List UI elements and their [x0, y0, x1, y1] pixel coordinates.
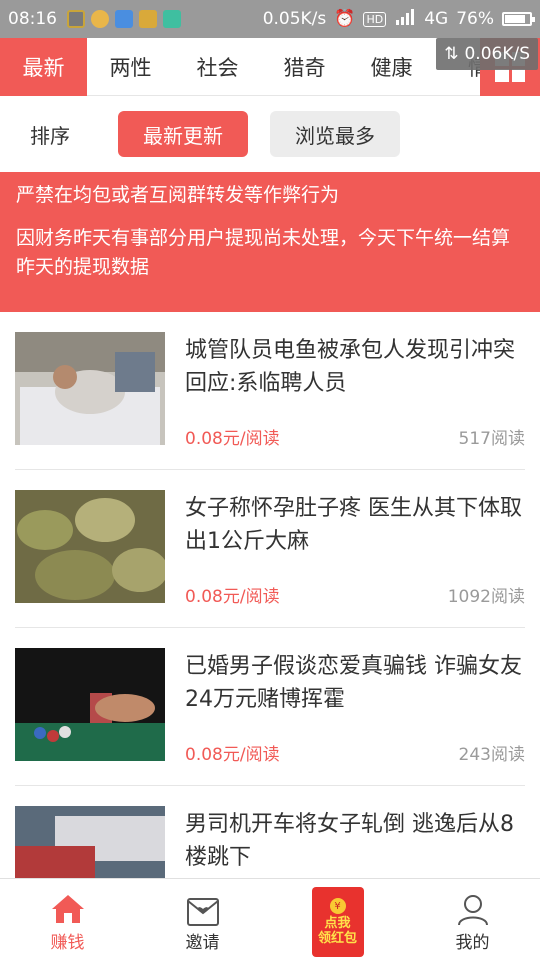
- article-thumbnail: [15, 806, 165, 878]
- red-packet-icon: ¥ 点我 领红包: [311, 887, 364, 957]
- article-item[interactable]: 城管队员电鱼被承包人发现引冲突 回应:系临聘人员 0.08元/阅读 517阅读: [15, 312, 525, 470]
- tab-latest[interactable]: 最新: [0, 38, 87, 96]
- article-read-count: 1092阅读: [447, 587, 525, 607]
- article-title: 已婚男子假谈恋爱真骗钱 诈骗女友24万元赌博挥霍: [185, 654, 522, 712]
- nav-invite[interactable]: 邀请: [135, 879, 270, 960]
- article-price: 0.08元/阅读: [185, 429, 280, 449]
- nav-mine[interactable]: 我的: [405, 879, 540, 960]
- article-read-count: 243阅读: [458, 745, 525, 765]
- article-item[interactable]: 已婚男子假谈恋爱真骗钱 诈骗女友24万元赌博挥霍 0.08元/阅读 243阅读: [15, 628, 525, 786]
- signal-icon: [394, 8, 416, 30]
- message-app-icon: [115, 10, 133, 28]
- user-icon: [456, 893, 490, 932]
- article-thumbnail: [15, 648, 165, 761]
- sort-label: 排序: [30, 123, 70, 148]
- battery-icon: [502, 12, 535, 26]
- article-read-count: 517阅读: [458, 429, 525, 449]
- network-speed-overlay: ⇅ 0.06K/S: [436, 38, 538, 70]
- article-title: 男司机开车将女子轧倒 逃逸后从8楼跳下: [185, 812, 514, 870]
- hd-icon: HD: [363, 11, 387, 27]
- network-speed: 0.05K/s: [262, 9, 327, 29]
- notice-banner: 严禁在均包或者互阅群转发等作弊行为 因财务昨天有事部分用户提现尚未处理，今天下午…: [0, 172, 540, 312]
- coin-icon: ¥: [329, 898, 346, 914]
- tab-health[interactable]: 健康: [348, 38, 435, 96]
- transfer-arrows-icon: ⇅: [444, 44, 459, 64]
- status-time: 08:16: [8, 9, 57, 29]
- tab-gender[interactable]: 两性: [87, 38, 174, 96]
- nav-red-packet[interactable]: ¥ 点我 领红包: [270, 879, 405, 960]
- red-packet-label-2: 领红包: [317, 931, 357, 946]
- sort-latest-button[interactable]: 最新更新: [118, 111, 248, 157]
- article-price: 0.08元/阅读: [185, 587, 280, 607]
- article-price: 0.08元/阅读: [185, 745, 280, 765]
- red-packet-label-1: 点我: [324, 916, 351, 931]
- article-item[interactable]: 女子称怀孕肚子疼 医生从其下体取出1公斤大麻 0.08元/阅读 1092阅读: [15, 470, 525, 628]
- overlay-speed: 0.06K/S: [464, 44, 530, 64]
- plus-app-icon: [91, 10, 109, 28]
- sort-bar: 排序 最新更新 浏览最多: [0, 96, 540, 172]
- scan-app-icon: [163, 10, 181, 28]
- home-icon: [50, 893, 86, 930]
- nav-earn[interactable]: 赚钱: [0, 879, 135, 960]
- tab-society[interactable]: 社会: [174, 38, 261, 96]
- bottom-navigation: 赚钱 邀请 ¥ 点我 领红包 我的: [0, 878, 540, 960]
- battery-percent: 76%: [456, 9, 494, 29]
- article-thumbnail: [15, 332, 165, 445]
- notice-line-2: 因财务昨天有事部分用户提现尚未处理，今天下午统一结算昨天的提现数据: [16, 227, 511, 278]
- network-type: 4G: [424, 9, 449, 29]
- article-title: 城管队员电鱼被承包人发现引冲突 回应:系临聘人员: [185, 338, 516, 396]
- sort-most-viewed-button[interactable]: 浏览最多: [270, 111, 400, 157]
- coin-app-icon: [139, 10, 157, 28]
- nav-earn-label: 赚钱: [50, 933, 85, 953]
- article-item[interactable]: 男司机开车将女子轧倒 逃逸后从8楼跳下: [15, 786, 525, 878]
- alarm-icon: ⏰: [334, 9, 356, 29]
- status-bar: 08:16 0.05K/s ⏰ HD 4G 76%: [0, 0, 540, 38]
- lock-app-icon: [67, 10, 85, 28]
- tab-curiosity[interactable]: 猎奇: [261, 38, 348, 96]
- article-title: 女子称怀孕肚子疼 医生从其下体取出1公斤大麻: [185, 496, 522, 554]
- notice-line-1: 严禁在均包或者互阅群转发等作弊行为: [16, 184, 340, 206]
- article-thumbnail: [15, 490, 165, 603]
- envelope-heart-icon: [186, 893, 220, 932]
- article-list: 城管队员电鱼被承包人发现引冲突 回应:系临聘人员 0.08元/阅读 517阅读 …: [0, 312, 540, 878]
